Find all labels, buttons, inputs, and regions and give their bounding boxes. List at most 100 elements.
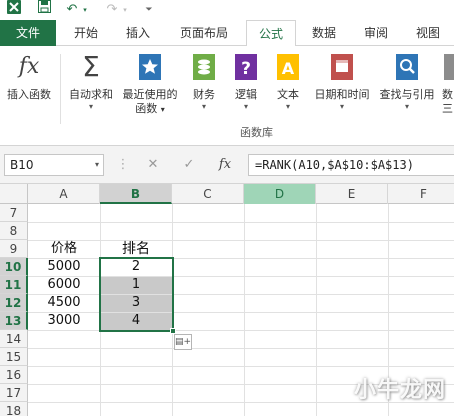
cell-a12[interactable]: 4500 — [28, 294, 100, 312]
lookup-reference-dropdown-icon[interactable]: ▾ — [374, 102, 440, 112]
tab-data[interactable]: 数据 — [302, 20, 346, 46]
sigma-icon: Σ — [82, 50, 100, 83]
column-headers: A B C D E F — [0, 184, 454, 204]
more-functions-button[interactable]: 数 三 — [442, 52, 454, 116]
text-book-icon: A — [273, 52, 303, 82]
row-header-10[interactable]: 10 — [0, 258, 28, 276]
text-button[interactable]: A 文本 ▾ — [268, 52, 308, 112]
clock-book-icon — [327, 52, 357, 82]
svg-text:A: A — [282, 59, 295, 78]
text-label: 文本 — [277, 88, 299, 101]
lookup-reference-button[interactable]: 查找与引用 ▾ — [374, 52, 440, 112]
column-header-d[interactable]: D — [244, 184, 316, 204]
more-label: 数 — [442, 88, 453, 101]
formula-bar: B10 ▾ ⋮ ✕ ✓ fx =RANK(A10,$A$10:$A$13) — [0, 146, 454, 184]
row-header-9[interactable]: 9 — [0, 240, 28, 258]
insert-function-button[interactable]: fx 插入函数 — [2, 52, 56, 102]
more-label-2: 三 — [442, 102, 453, 115]
column-header-a[interactable]: A — [28, 184, 100, 204]
cell-a11[interactable]: 6000 — [28, 276, 100, 294]
name-box-value: B10 — [10, 158, 34, 172]
name-box-dropdown-icon[interactable]: ▾ — [95, 155, 99, 175]
ribbon-formulas: fx 插入函数 Σ 自动求和 ▾ 最近使用的 函数 ▾ 财务 ▾ ? 逻辑 ▾ … — [0, 46, 454, 146]
autosum-button[interactable]: Σ 自动求和 ▾ — [64, 52, 118, 112]
cancel-icon[interactable]: ✕ — [142, 154, 164, 176]
cell-a13[interactable]: 3000 — [28, 312, 100, 330]
gridline — [28, 222, 454, 223]
tab-home[interactable]: 开始 — [64, 20, 108, 46]
excel-logo-icon — [6, 0, 22, 20]
redo-icon[interactable]: ↷ — [104, 0, 120, 20]
more-icon — [442, 52, 454, 82]
recently-used-button[interactable]: 最近使用的 函数 ▾ — [118, 52, 182, 117]
lookup-reference-label: 查找与引用 — [379, 88, 435, 101]
row-header-11[interactable]: 11 — [0, 276, 28, 294]
enter-icon[interactable]: ✓ — [178, 154, 200, 176]
watermark: 小牛龙网 — [353, 378, 446, 403]
tab-view[interactable]: 视图 — [406, 20, 450, 46]
row-header-16[interactable]: 16 — [0, 366, 28, 384]
selection-border — [99, 257, 174, 332]
financial-label: 财务 — [193, 88, 215, 101]
row-header-15[interactable]: 15 — [0, 348, 28, 366]
tab-file[interactable]: 文件 — [0, 20, 56, 46]
tab-insert[interactable]: 插入 — [116, 20, 160, 46]
cell-a9[interactable]: 价格 — [28, 240, 100, 258]
gridline — [28, 366, 454, 367]
tab-page-layout[interactable]: 页面布局 — [168, 20, 240, 46]
svg-text:?: ? — [241, 59, 251, 79]
logical-label: 逻辑 — [235, 88, 257, 101]
column-header-b[interactable]: B — [100, 184, 172, 204]
row-header-8[interactable]: 8 — [0, 222, 28, 240]
formula-input[interactable]: =RANK(A10,$A$10:$A$13) — [248, 154, 454, 176]
row-header-17[interactable]: 17 — [0, 384, 28, 402]
insert-function-icon[interactable]: fx — [214, 154, 236, 176]
question-book-icon: ? — [231, 52, 261, 82]
logical-button[interactable]: ? 逻辑 ▾ — [226, 52, 266, 112]
date-time-button[interactable]: 日期和时间 ▾ — [310, 52, 374, 112]
magnifier-book-icon — [392, 52, 422, 82]
undo-icon[interactable]: ↶ — [64, 0, 80, 20]
group-label-function-library: 函数库 — [240, 126, 273, 139]
insert-function-label: 插入函数 — [7, 88, 51, 101]
ribbon-tabs: 文件 开始 插入 页面布局 公式 数据 审阅 视图 — [0, 20, 454, 47]
name-box[interactable]: B10 ▾ — [4, 154, 104, 176]
star-book-icon — [135, 52, 165, 82]
recently-used-label-2: 函数 ▾ — [135, 102, 165, 115]
row-header-7[interactable]: 7 — [0, 204, 28, 222]
tab-formulas[interactable]: 公式 — [246, 20, 296, 47]
column-header-e[interactable]: E — [316, 184, 388, 204]
column-header-f[interactable]: F — [388, 184, 454, 204]
fx-icon: fx — [18, 54, 40, 79]
date-time-label: 日期和时间 — [314, 88, 370, 101]
column-header-c[interactable]: C — [172, 184, 244, 204]
logical-dropdown-icon[interactable]: ▾ — [226, 102, 266, 112]
recently-used-label: 最近使用的 — [122, 88, 178, 101]
quick-access-toolbar: ↶ ▾ ↷ ▾ ⏷ — [0, 0, 454, 20]
financial-dropdown-icon[interactable]: ▾ — [184, 102, 224, 112]
save-icon[interactable] — [36, 0, 52, 20]
recently-used-dropdown-icon: ▾ — [160, 105, 165, 114]
quick-analysis-icon[interactable]: ▤+ — [174, 334, 192, 350]
row-header-18[interactable]: 18 — [0, 402, 28, 416]
cell-a10[interactable]: 5000 — [28, 258, 100, 276]
customize-toolbar-icon[interactable]: ⏷ — [142, 0, 156, 20]
ribbon-divider — [60, 54, 61, 124]
financial-button[interactable]: 财务 ▾ — [184, 52, 224, 112]
select-all-corner[interactable] — [0, 184, 28, 204]
autosum-label: 自动求和 — [69, 88, 113, 101]
undo-dropdown-icon[interactable]: ▾ — [80, 0, 90, 20]
autosum-dropdown-icon[interactable]: ▾ — [64, 102, 118, 112]
worksheet-grid[interactable]: A B C D E F 7 8 9 10 11 12 13 14 15 16 1… — [0, 184, 454, 416]
gridline — [28, 330, 454, 331]
date-time-dropdown-icon[interactable]: ▾ — [310, 102, 374, 112]
cell-b9[interactable]: 排名 — [100, 240, 172, 258]
row-header-13[interactable]: 13 — [0, 312, 28, 330]
coins-book-icon — [189, 52, 219, 82]
formula-bar-grip-icon: ⋮ — [116, 157, 130, 172]
tab-review[interactable]: 审阅 — [354, 20, 398, 46]
redo-dropdown-icon[interactable]: ▾ — [120, 0, 130, 20]
row-header-14[interactable]: 14 — [0, 330, 28, 348]
text-dropdown-icon[interactable]: ▾ — [268, 102, 308, 112]
row-header-12[interactable]: 12 — [0, 294, 28, 312]
